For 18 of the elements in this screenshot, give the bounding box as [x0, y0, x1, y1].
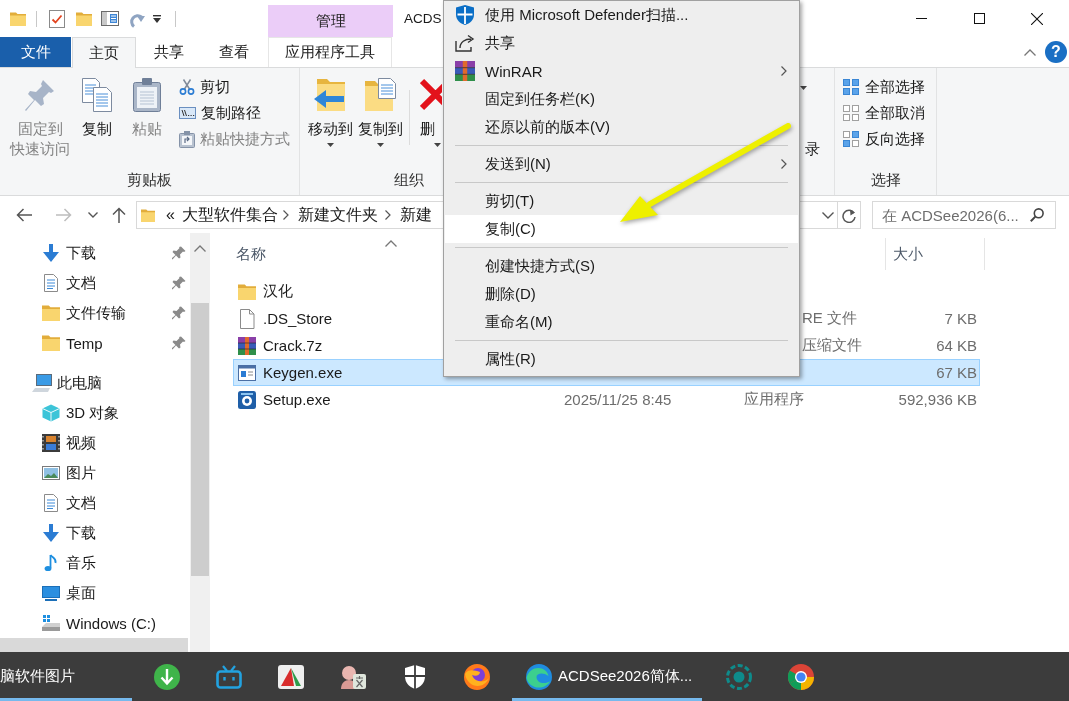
tool-group-header: 管理: [268, 5, 393, 37]
file-type: RE 文件: [802, 309, 857, 326]
file-size: 64 KB: [936, 337, 977, 354]
modified-date: 2025/11/25 8:45: [564, 391, 673, 408]
window-title: ACDS: [404, 10, 442, 28]
file-name: Keygen.exe: [263, 364, 343, 381]
file-size: 67 KB: [936, 364, 977, 381]
file-name: Crack.7z: [263, 337, 323, 354]
file-name: 汉化: [263, 282, 293, 301]
file-name: Setup.exe: [263, 391, 331, 408]
group-label: 组织: [392, 169, 425, 190]
file-name: .DS_Store: [263, 310, 333, 327]
group-label: 剪贴板: [126, 169, 173, 190]
group-label: 选择: [869, 169, 902, 190]
file-type: 应用程序: [744, 390, 804, 407]
file-size: 7 KB: [944, 310, 977, 327]
file-type: 压缩文件: [802, 336, 862, 353]
file-size: 592,936 KB: [898, 391, 977, 408]
